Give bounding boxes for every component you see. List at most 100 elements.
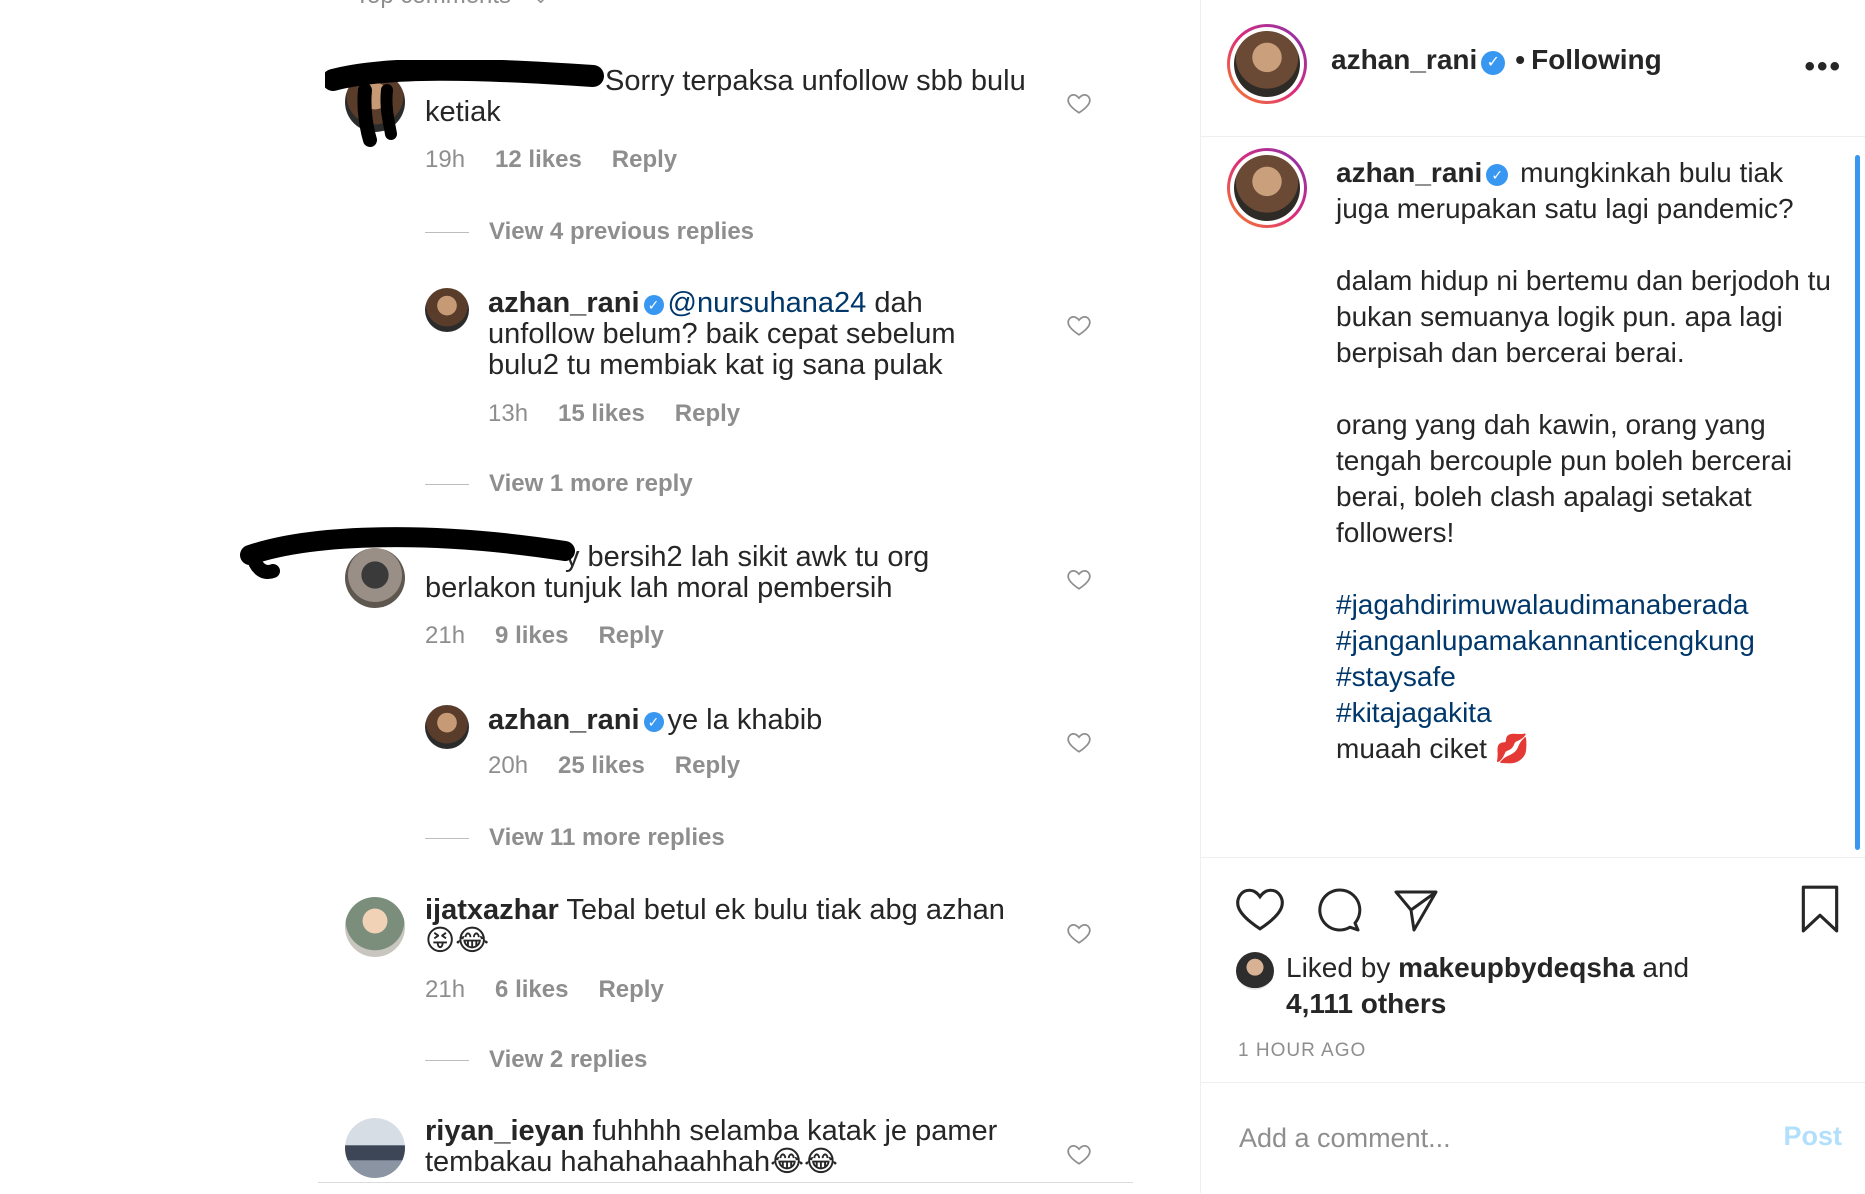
caption-paragraph-2: dalam hidup ni bertemu dan berjodoh tu b… (1336, 265, 1832, 368)
comment-time: 20h (488, 752, 529, 779)
divider-line (425, 1060, 469, 1062)
caption-text: azhan_rani ✓ mungkinkah bulu tiak juga me… (1336, 155, 1836, 767)
post-header: azhan_rani ✓ • Following ••• (1201, 0, 1865, 137)
comment-text: Sorry terpaksa unfollow sbb bulu ketiak (425, 66, 1045, 128)
comment-text: riyan_ieyan fuhhhh selamba katak je pame… (425, 1116, 1025, 1178)
verified-badge-icon: ✓ (1486, 164, 1509, 186)
hashtag-link[interactable]: #jagahdirimuwalaudimanaberada (1336, 587, 1836, 623)
view-replies-button[interactable]: View 1 more reply (425, 470, 693, 498)
comment-username[interactable]: riyan_ieyan (425, 1115, 585, 1147)
avatar[interactable] (345, 1118, 405, 1178)
comment-time: 21h (425, 622, 466, 649)
liked-by-middle: and (1634, 952, 1690, 983)
header-username[interactable]: azhan_rani (1331, 44, 1477, 75)
top-comments-toggle[interactable]: Top comments ⌄ (355, 0, 548, 10)
comment-likes[interactable]: 6 likes (495, 976, 568, 1003)
divider (318, 1182, 1133, 1183)
caption-paragraph-3: orang yang dah kawin, orang yang tengah … (1336, 409, 1793, 548)
post-panel: azhan_rani ✓ • Following ••• azhan_rani ✓ mu… (1200, 0, 1865, 1193)
divider-line (425, 232, 469, 234)
comment-likes[interactable]: 12 likes (495, 146, 582, 173)
comment-likes[interactable]: 15 likes (558, 400, 645, 427)
heart-icon[interactable] (1235, 886, 1285, 932)
separator-dot: • (1515, 44, 1526, 75)
view-replies-label: View 2 replies (489, 1046, 648, 1073)
liked-by-prefix: Liked by (1286, 952, 1399, 983)
reply-button[interactable]: Reply (675, 400, 740, 427)
more-options-icon[interactable]: ••• (1804, 50, 1842, 84)
bookmark-icon[interactable] (1797, 884, 1843, 934)
avatar[interactable] (345, 548, 405, 608)
header-avatar[interactable] (1227, 24, 1307, 104)
comment-icon[interactable] (1313, 886, 1363, 934)
divider-line (425, 484, 469, 486)
comment-username[interactable]: ijatxazhar (425, 894, 559, 926)
comment-likes[interactable]: 9 likes (495, 622, 568, 649)
reply-button[interactable]: Reply (598, 976, 663, 1003)
comment-likes[interactable]: 25 likes (558, 752, 645, 779)
view-replies-label: View 4 previous replies (489, 218, 755, 245)
avatar[interactable] (345, 897, 405, 957)
top-comments-label: Top comments (355, 0, 511, 9)
heart-icon[interactable] (1066, 920, 1092, 946)
comment-body: ye la khabib (667, 704, 823, 736)
liked-by-avatar[interactable] (1236, 952, 1274, 990)
verified-badge-icon: ✓ (643, 712, 664, 732)
comment-username[interactable]: azhan_rani (488, 287, 640, 319)
following-button[interactable]: Following (1531, 44, 1662, 75)
avatar[interactable] (425, 288, 469, 332)
liked-by-user[interactable]: makeupbydeqsha (1398, 952, 1635, 983)
caption-username[interactable]: azhan_rani (1336, 157, 1482, 188)
comments-panel: Top comments ⌄ Sorry terpaksa unfollow sb… (0, 0, 1200, 1193)
heart-icon[interactable] (1066, 729, 1092, 755)
liked-by-text: Liked by makeupbydeqsha and 4,111 others (1286, 950, 1806, 1022)
heart-icon[interactable] (1066, 90, 1092, 116)
post-timestamp[interactable]: 1 HOUR AGO (1238, 1040, 1366, 1062)
view-replies-button[interactable]: View 4 previous replies (425, 218, 754, 246)
comment-meta: 13h 15 likes Reply (488, 400, 770, 428)
avatar[interactable] (345, 72, 405, 132)
comment-meta: 21h 9 likes Reply (425, 622, 694, 650)
comment-time: 13h (488, 400, 529, 427)
comment-time: 19h (425, 146, 466, 173)
heart-icon[interactable] (1066, 566, 1092, 592)
comment-meta: 19h 12 likes Reply (425, 146, 707, 174)
comment-text: azhan_rani ✓ @nursuhana24 dah unfollow bel… (488, 288, 988, 381)
verified-badge-icon: ✓ (1481, 51, 1506, 75)
scrollbar[interactable] (1855, 155, 1860, 850)
comment-text: y bersih2 lah sikit awk tu org berlakon … (425, 542, 985, 604)
mention-link[interactable]: @nursuhana24 (668, 287, 867, 319)
avatar (1234, 31, 1300, 97)
divider-line (425, 838, 469, 840)
reply-button[interactable]: Reply (675, 752, 740, 779)
likes-count[interactable]: 4,111 others (1286, 988, 1446, 1019)
hashtag-link[interactable]: #janganlupamakannanticengkung (1336, 623, 1836, 659)
avatar (1234, 155, 1300, 221)
comment-body: Sorry terpaksa unfollow sbb bulu ketiak (425, 65, 1026, 128)
reply-button[interactable]: Reply (598, 622, 663, 649)
view-replies-button[interactable]: View 2 replies (425, 1046, 647, 1074)
comment-text: ijatxazhar Tebal betul ek bulu tiak abg … (425, 895, 1005, 957)
comment-input[interactable] (1237, 1117, 1721, 1159)
post-button[interactable]: Post (1783, 1121, 1842, 1152)
caption-avatar[interactable] (1227, 148, 1307, 228)
chevron-down-icon: ⌄ (533, 0, 548, 7)
add-comment-bar: Post (1201, 1082, 1865, 1194)
view-replies-label: View 11 more replies (489, 824, 725, 851)
view-replies-label: View 1 more reply (489, 470, 693, 497)
hashtag-link[interactable]: #kitajagakita (1336, 695, 1836, 731)
view-replies-button[interactable]: View 11 more replies (425, 824, 725, 852)
avatar[interactable] (425, 705, 469, 749)
caption-closing: muaah ciket 💋 (1336, 733, 1530, 764)
heart-icon[interactable] (1066, 312, 1092, 338)
verified-badge-icon: ✓ (643, 295, 664, 315)
caption-area: azhan_rani ✓ mungkinkah bulu tiak juga me… (1201, 137, 1865, 857)
hashtag-link[interactable]: #staysafe (1336, 659, 1836, 695)
comment-body: y bersih2 lah sikit awk tu org berlakon … (425, 541, 930, 604)
reply-button[interactable]: Reply (612, 146, 677, 173)
comment-meta: 20h 25 likes Reply (488, 752, 770, 780)
comment-text: azhan_rani ✓ ye la khabib (488, 705, 988, 736)
paper-plane-icon[interactable] (1391, 886, 1441, 934)
heart-icon[interactable] (1066, 1141, 1092, 1167)
comment-username[interactable]: azhan_rani (488, 704, 640, 736)
